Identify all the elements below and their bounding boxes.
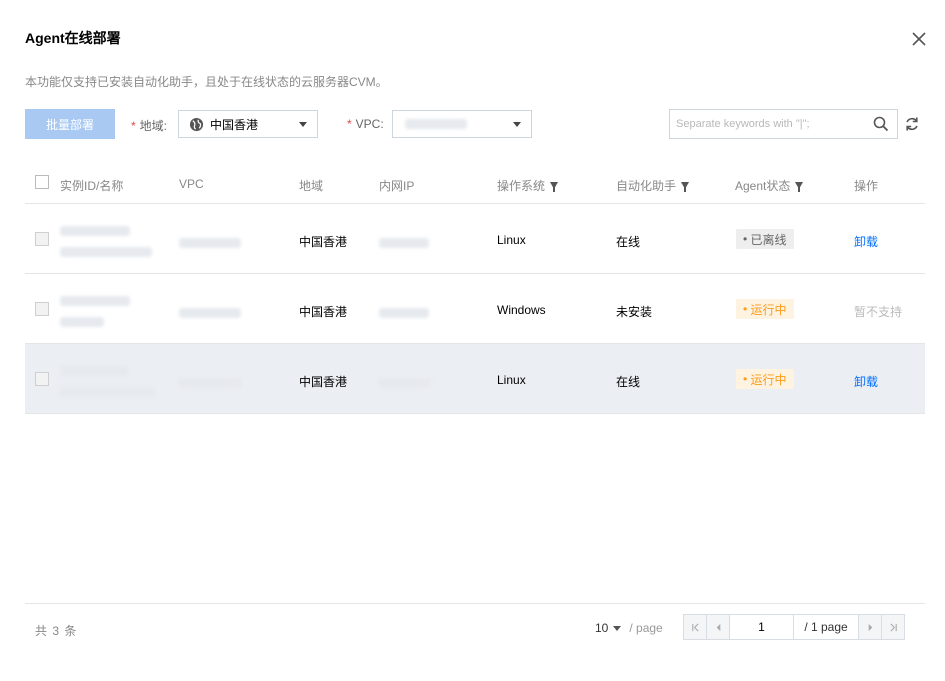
last-page-icon	[889, 623, 897, 631]
filter-icon[interactable]	[795, 182, 804, 192]
instance-id[interactable]	[60, 226, 130, 236]
private-ip-value	[379, 238, 429, 248]
region-select[interactable]: 中国香港	[178, 110, 318, 138]
search-box	[669, 109, 898, 139]
region-value: 中国香港	[299, 375, 348, 389]
chevron-down-icon	[299, 122, 307, 127]
select-all-checkbox[interactable]	[35, 175, 49, 189]
region-value: 中国香港	[299, 235, 348, 249]
filter-icon[interactable]	[681, 182, 690, 192]
page-size-select[interactable]: 10 / page	[595, 621, 663, 635]
os-value: Linux	[497, 233, 526, 247]
region-select-value: 中国香港	[210, 117, 259, 132]
search-input[interactable]	[674, 110, 868, 138]
column-action: 操作	[854, 179, 879, 193]
instance-name	[60, 317, 104, 327]
close-icon[interactable]	[908, 28, 930, 50]
dialog-description: 本功能仅支持已安装自动化助手，且处于在线状态的云服务器CVM。	[25, 75, 388, 89]
assistant-status: 在线	[616, 235, 641, 249]
private-ip-value	[379, 378, 431, 388]
table-header: 实例ID/名称 VPC 地域 内网IP 操作系统 自动化助手 Agent状态 操…	[25, 163, 925, 204]
column-instance: 实例ID/名称	[60, 179, 124, 193]
column-vpc: VPC	[179, 177, 204, 191]
search-icon[interactable]	[873, 116, 889, 132]
vpc-value	[179, 238, 241, 248]
region-value: 中国香港	[299, 305, 348, 319]
column-private-ip: 内网IP	[379, 179, 415, 193]
last-page-button[interactable]	[881, 614, 905, 640]
vpc-value	[179, 378, 241, 388]
column-region: 地域	[299, 179, 324, 193]
vpc-value	[179, 308, 241, 318]
prev-page-icon	[716, 623, 720, 631]
vpc-label: * VPC:	[347, 117, 384, 131]
os-value: Linux	[497, 373, 526, 387]
uninstall-link[interactable]: 卸载	[854, 233, 878, 250]
globe-icon	[189, 117, 204, 131]
instance-name	[60, 387, 154, 397]
status-badge: • 已离线	[736, 229, 794, 249]
instance-id[interactable]	[60, 296, 130, 306]
next-page-icon	[868, 623, 872, 631]
dialog-title: Agent在线部署	[25, 30, 121, 46]
prev-page-button[interactable]	[706, 614, 730, 640]
table-row: 中国香港 Windows 未安装 • 运行中 暂不支持	[25, 274, 925, 344]
chevron-down-icon[interactable]	[613, 625, 622, 631]
page-number-input[interactable]	[729, 614, 794, 640]
assistant-status: 在线	[616, 375, 641, 389]
instance-id[interactable]	[60, 366, 128, 376]
status-badge: • 运行中	[736, 369, 794, 389]
column-os[interactable]: 操作系统	[497, 177, 559, 194]
page-size-unit: / page	[629, 621, 663, 635]
row-checkbox[interactable]	[35, 302, 49, 316]
first-page-icon	[691, 623, 699, 631]
column-agent-status[interactable]: Agent状态	[735, 177, 804, 194]
os-value: Windows	[497, 303, 546, 317]
vpc-select-value	[405, 119, 467, 129]
instance-name	[60, 247, 152, 257]
assistant-status: 未安装	[616, 305, 653, 319]
total-count: 共 3 条	[35, 624, 78, 638]
uninstall-link[interactable]: 卸载	[854, 373, 878, 390]
footer-divider	[25, 603, 925, 604]
private-ip-value	[379, 308, 429, 318]
first-page-button[interactable]	[683, 614, 707, 640]
row-checkbox[interactable]	[35, 232, 49, 246]
vpc-select[interactable]	[392, 110, 532, 138]
status-badge: • 运行中	[736, 299, 794, 319]
page-size-value: 10	[595, 621, 609, 635]
batch-deploy-button[interactable]: 批量部署	[25, 109, 115, 139]
pagination: / 1 page	[683, 614, 905, 640]
unsupported-action: 暂不支持	[854, 305, 903, 319]
instance-table: 实例ID/名称 VPC 地域 内网IP 操作系统 自动化助手 Agent状态 操…	[25, 163, 925, 414]
refresh-icon[interactable]	[903, 115, 921, 133]
next-page-button[interactable]	[858, 614, 882, 640]
column-assistant[interactable]: 自动化助手	[616, 177, 690, 194]
row-checkbox[interactable]	[35, 372, 49, 386]
table-row: 中国香港 Linux 在线 • 已离线 卸载	[25, 204, 925, 274]
table-row: 中国香港 Linux 在线 • 运行中 卸载	[25, 344, 925, 414]
chevron-down-icon	[513, 122, 521, 127]
total-pages: / 1 page	[793, 614, 859, 640]
filter-icon[interactable]	[550, 182, 559, 192]
region-label: * 地域:	[131, 119, 168, 133]
